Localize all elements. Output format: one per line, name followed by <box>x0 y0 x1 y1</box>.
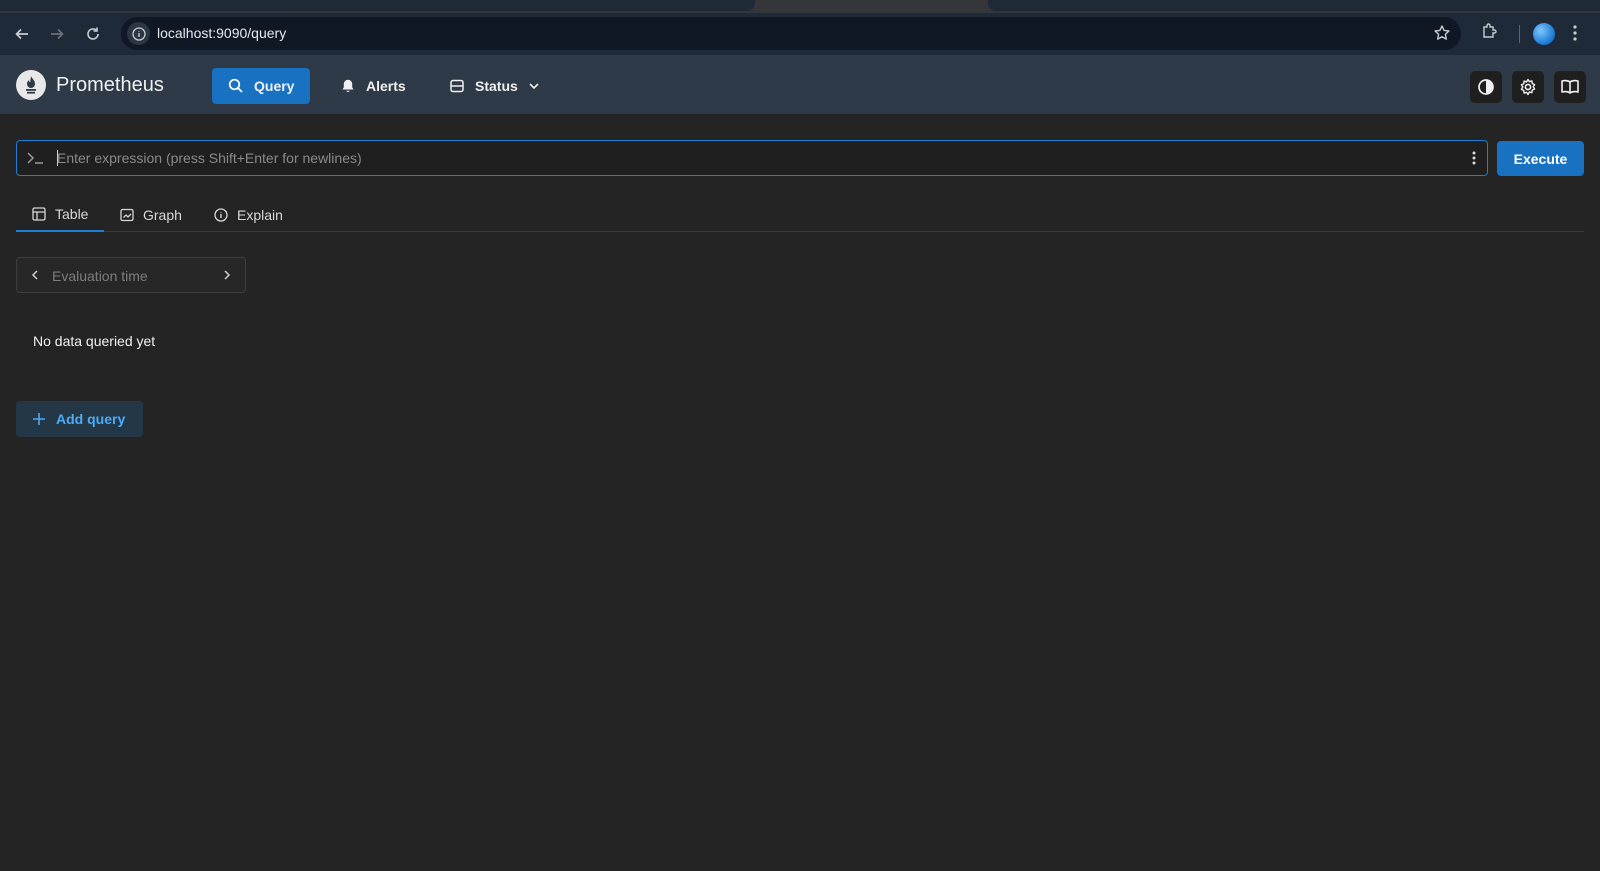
expression-input[interactable] <box>57 141 1437 175</box>
address-bar[interactable]: localhost:9090/query <box>121 17 1461 50</box>
result-tabs: Table Graph Explain <box>16 198 1584 232</box>
theme-toggle-icon <box>1478 79 1494 95</box>
nav-status-dropdown[interactable]: Status <box>433 68 556 104</box>
graph-icon <box>120 208 134 222</box>
bookmark-star-icon[interactable] <box>1433 24 1451 47</box>
evaluation-time-placeholder[interactable]: Evaluation time <box>52 268 148 284</box>
brand-title[interactable]: Prometheus <box>56 74 164 97</box>
browser-toolbar: localhost:9090/query <box>0 13 1600 55</box>
add-query-label: Add query <box>56 411 126 427</box>
nav-status-label: Status <box>475 78 518 94</box>
nav-query-button[interactable]: Query <box>212 68 311 104</box>
table-icon <box>32 207 46 221</box>
expression-input-container[interactable] <box>16 140 1488 176</box>
browser-tab-strip <box>0 0 1600 13</box>
search-icon <box>228 78 243 93</box>
tab-table-label: Table <box>55 206 89 222</box>
execute-button[interactable]: Execute <box>1497 141 1584 176</box>
browser-tab[interactable] <box>0 0 755 11</box>
empty-result-message: No data queried yet <box>33 333 156 349</box>
info-icon <box>214 208 228 222</box>
text-cursor <box>57 150 58 166</box>
plus-icon <box>33 413 45 425</box>
tab-explain[interactable]: Explain <box>198 198 299 232</box>
terminal-prompt-icon <box>26 150 46 171</box>
chevron-down-icon <box>529 83 539 90</box>
gear-icon <box>1520 78 1536 96</box>
tab-graph[interactable]: Graph <box>104 198 198 232</box>
book-icon <box>1561 79 1579 94</box>
docs-button[interactable] <box>1554 71 1586 103</box>
bell-icon <box>342 79 354 93</box>
site-info-icon[interactable] <box>127 22 150 45</box>
settings-button[interactable] <box>1512 71 1544 103</box>
app-header: Prometheus Query Alerts Status <box>0 55 1600 114</box>
chevron-left-icon[interactable] <box>29 268 41 287</box>
add-query-button[interactable]: Add query <box>16 401 143 437</box>
reload-button[interactable] <box>80 21 106 47</box>
profile-avatar[interactable] <box>1533 23 1555 45</box>
server-icon <box>450 79 464 93</box>
chevron-right-icon[interactable] <box>221 268 233 287</box>
tab-table[interactable]: Table <box>16 198 105 232</box>
more-options-icon[interactable] <box>1471 150 1477 171</box>
tab-graph-label: Graph <box>143 207 182 223</box>
evaluation-time-picker[interactable]: Evaluation time <box>16 257 246 293</box>
forward-button[interactable] <box>44 21 70 47</box>
nav-alerts-label: Alerts <box>366 78 406 94</box>
nav-query-label: Query <box>254 78 295 94</box>
back-button[interactable] <box>9 21 35 47</box>
browser-tab[interactable] <box>988 0 1600 11</box>
browser-menu-icon[interactable] <box>1572 23 1578 48</box>
toolbar-separator <box>1519 25 1520 43</box>
arrow-right-icon <box>51 28 64 40</box>
arrow-left-icon <box>15 28 28 40</box>
url-text[interactable]: localhost:9090/query <box>157 25 286 41</box>
prometheus-logo-icon[interactable] <box>16 70 46 100</box>
tab-explain-label: Explain <box>237 207 283 223</box>
nav-alerts-button[interactable]: Alerts <box>324 68 422 104</box>
extensions-puzzle-icon[interactable] <box>1480 21 1500 46</box>
reload-icon <box>87 27 99 40</box>
theme-toggle-button[interactable] <box>1470 71 1502 103</box>
